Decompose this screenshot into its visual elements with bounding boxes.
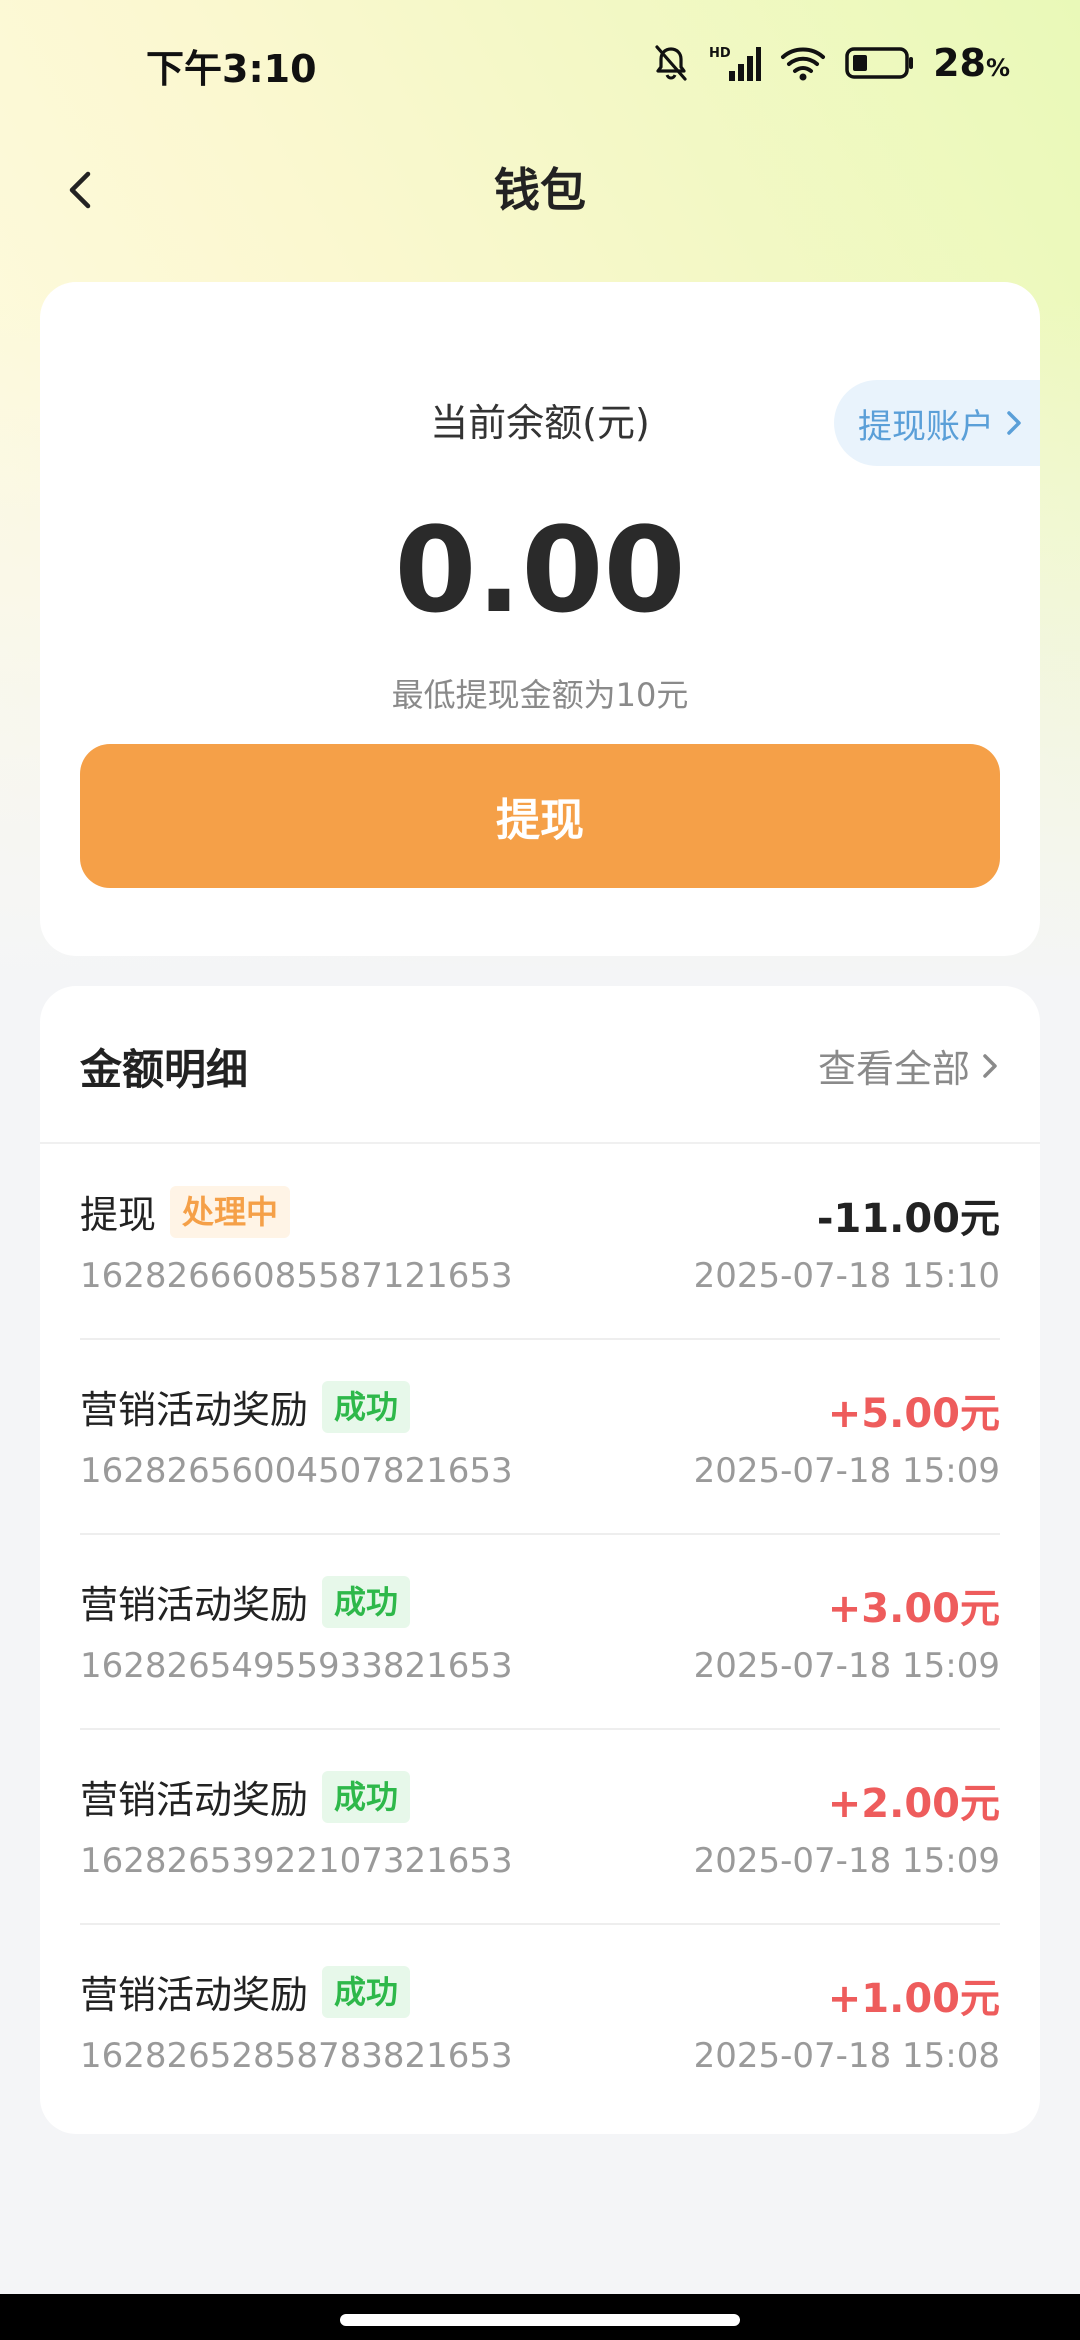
record-id: 1628266608558712165​3 [80, 1256, 513, 1296]
view-all-label: 查看全部 [817, 1047, 970, 1091]
battery-level: 28% [933, 41, 1010, 85]
chevron-right-icon [1007, 411, 1021, 435]
withdraw-account-button[interactable]: 提现账户 [834, 380, 1040, 466]
status-badge: 成功 [322, 1380, 411, 1433]
record-title-row: 营销活动奖励 成功 [80, 1769, 411, 1824]
record-time: 2025-07-18 15:09 [693, 1841, 1000, 1881]
list-item[interactable]: 营销活动奖励 成功 1628265495593382165​3 +3.00元 2… [80, 1536, 1000, 1730]
signal-icon: HD [709, 43, 762, 83]
record-amount: +2.00元 [827, 1781, 1000, 1827]
divider [80, 1533, 1000, 1535]
record-amount: -11.00元 [816, 1196, 1000, 1242]
bell-off-icon [651, 43, 691, 83]
record-title-row: 提现 处理中 [80, 1184, 291, 1239]
record-title-row: 营销活动奖励 成功 [80, 1379, 411, 1434]
battery-icon [845, 45, 915, 81]
details-header: 金额明细 查看全部 [40, 986, 1040, 1144]
status-time: 下午3:10 [146, 47, 317, 91]
record-id: 1628265392210732165​3 [80, 1841, 513, 1881]
status-badge: 处理中 [170, 1185, 291, 1238]
home-indicator[interactable] [340, 2314, 740, 2326]
status-badge: 成功 [322, 1575, 411, 1628]
list-item[interactable]: 营销活动奖励 成功 1628265285878382165​3 +1.00元 2… [80, 1926, 1000, 2120]
list-item[interactable]: 营销活动奖励 成功 1628265600450782165​3 +5.00元 2… [80, 1341, 1000, 1535]
details-card: 金额明细 查看全部 提现 处理中 1628266608558712165​3 -… [40, 986, 1040, 2134]
withdraw-button[interactable]: 提现 [80, 744, 1000, 888]
balance-value: 0.00 [394, 501, 686, 639]
nav-bar: 钱包 [0, 150, 1080, 230]
min-withdraw-note: 最低提现金额为10元 [391, 676, 689, 714]
record-amount: +3.00元 [827, 1586, 1000, 1632]
withdraw-account-label: 提现账户 [858, 406, 994, 447]
chevron-right-icon [983, 1053, 997, 1078]
record-time: 2025-07-18 15:10 [693, 1256, 1000, 1296]
list-item[interactable]: 提现 处理中 1628266608558712165​3 -11.00元 202… [80, 1146, 1000, 1340]
record-time: 2025-07-18 15:09 [693, 1646, 1000, 1686]
status-badge: 成功 [322, 1965, 411, 2018]
record-title: 营销活动奖励 [80, 1778, 309, 1822]
record-title: 营销活动奖励 [80, 1388, 309, 1432]
record-title: 营销活动奖励 [80, 1583, 309, 1627]
status-icons: HD 28% [651, 38, 1010, 88]
balance-card: 当前余额(元) 提现账户 0.00 最低提现金额为10元 提现 [40, 282, 1040, 956]
record-time: 2025-07-18 15:09 [693, 1451, 1000, 1491]
svg-text:HD: HD [709, 46, 731, 61]
status-bar: 下午3:10 HD 28% [0, 0, 1080, 120]
list-item[interactable]: 营销活动奖励 成功 1628265392210732165​3 +2.00元 2… [80, 1731, 1000, 1925]
record-id: 1628265285878382165​3 [80, 2036, 513, 2076]
wifi-icon [779, 43, 827, 83]
divider [80, 1728, 1000, 1730]
divider [80, 1923, 1000, 1925]
details-title: 金额明细 [80, 1045, 249, 1094]
page-title: 钱包 [494, 163, 586, 217]
record-id: 1628265495593382165​3 [80, 1646, 513, 1686]
record-title-row: 营销活动奖励 成功 [80, 1964, 411, 2019]
view-all-link[interactable]: 查看全部 [818, 1038, 1000, 1093]
record-amount: +1.00元 [827, 1976, 1000, 2022]
record-title-row: 营销活动奖励 成功 [80, 1574, 411, 1629]
record-amount: +5.00元 [827, 1391, 1000, 1437]
record-time: 2025-07-18 15:08 [693, 2036, 1000, 2076]
record-title: 提现 [80, 1193, 157, 1237]
record-id: 1628265600450782165​3 [80, 1451, 513, 1491]
divider [80, 1338, 1000, 1340]
status-badge: 成功 [322, 1770, 411, 1823]
record-title: 营销活动奖励 [80, 1973, 309, 2017]
